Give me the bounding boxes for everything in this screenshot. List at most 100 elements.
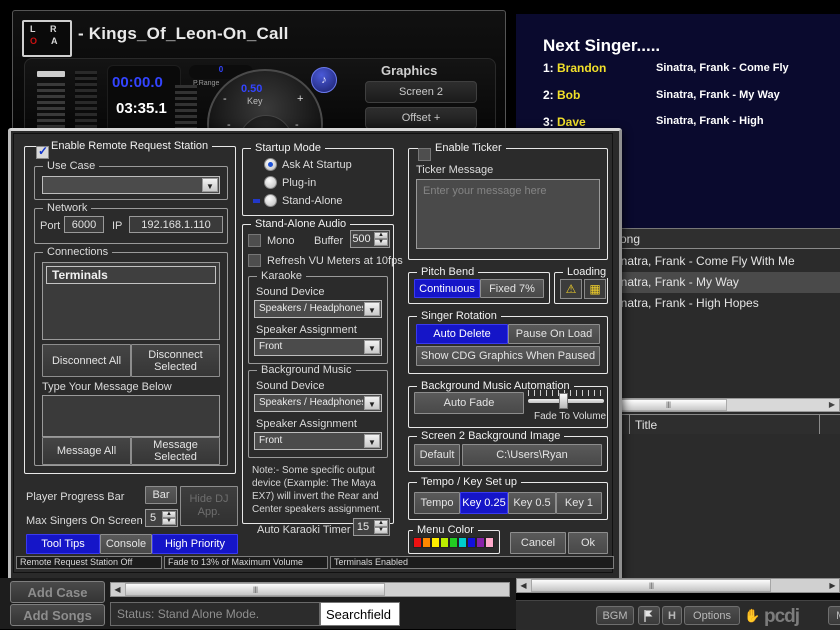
scroll-left-icon[interactable]: ◀ (111, 583, 124, 596)
progress-bar-button[interactable]: Bar (145, 486, 177, 504)
terminals-column-header[interactable]: Terminals (46, 266, 216, 284)
add-songs-button[interactable]: Add Songs (10, 604, 105, 626)
bgm-button[interactable]: BGM (596, 606, 634, 625)
stepper-down-icon[interactable]: ▼ (374, 239, 388, 246)
chevron-down-icon[interactable]: ▼ (364, 396, 380, 410)
pitch-fixed-button[interactable]: Fixed 7% (480, 279, 544, 298)
menu-color-swatch-6[interactable] (467, 537, 476, 548)
screen2-button[interactable]: Screen 2 (365, 81, 477, 103)
radio-plugin[interactable] (264, 176, 277, 189)
menu-color-swatch-0[interactable] (413, 537, 422, 548)
auto-delete-button[interactable]: Auto Delete (416, 324, 508, 344)
high-priority-button[interactable]: High Priority (152, 534, 238, 554)
key-1-button[interactable]: Key 1 (556, 492, 602, 514)
lower-list-header[interactable]: Title (608, 414, 840, 436)
key-025-button[interactable]: Key 0.25 (460, 492, 508, 514)
chevron-down-icon[interactable]: ▼ (364, 434, 380, 448)
song-list-header[interactable]: Song (608, 229, 840, 249)
chevron-down-icon[interactable]: ▼ (364, 340, 380, 354)
song-list-scroll-thumb[interactable]: III (609, 399, 727, 411)
fade-volume-slider[interactable] (528, 390, 604, 410)
minimize-button[interactable]: Min (828, 606, 840, 625)
pause-on-load-button[interactable]: Pause On Load (508, 324, 600, 344)
stepper-down-icon[interactable]: ▼ (162, 518, 176, 525)
scroll-right-icon[interactable]: ▶ (826, 399, 838, 411)
right-hscrollbar[interactable]: ◀ III ▶ (516, 578, 840, 593)
karaoke-speaker-dropdown[interactable]: Front ▼ (254, 338, 382, 356)
port-input[interactable]: 6000 (64, 216, 104, 233)
message-selected-button[interactable]: Message Selected (131, 437, 220, 465)
auto-fade-button[interactable]: Auto Fade (414, 392, 524, 414)
grid-icon[interactable]: ▦ (584, 279, 606, 299)
radio-ask-at-startup[interactable] (264, 158, 277, 171)
message-all-button[interactable]: Message All (42, 437, 131, 465)
options-button[interactable]: Options (684, 606, 740, 625)
menu-color-swatch-2[interactable] (431, 537, 440, 548)
terminals-listbox[interactable]: Terminals (42, 262, 220, 340)
screen2-path-button[interactable]: C:\Users\Ryan (462, 444, 602, 466)
bottom-scroll-thumb[interactable]: III (125, 583, 385, 596)
offset-button[interactable]: Offset + (365, 107, 477, 129)
key-plus-button[interactable]: + (297, 93, 303, 105)
pitch-continuous-button[interactable]: Continuous (414, 279, 480, 298)
slider-thumb[interactable] (559, 393, 569, 409)
menu-color-swatch-5[interactable] (458, 537, 467, 548)
ok-button[interactable]: Ok (568, 532, 608, 554)
console-button[interactable]: Console (100, 534, 152, 554)
scroll-left-icon[interactable]: ◀ (517, 579, 530, 592)
menu-color-swatch-3[interactable] (440, 537, 449, 548)
lower-list-col-title[interactable]: Title (630, 415, 820, 435)
use-case-dropdown[interactable]: ▼ (42, 176, 220, 194)
message-textarea[interactable] (42, 395, 220, 437)
max-singers-stepper[interactable]: 5 ▲ ▼ (145, 509, 178, 527)
enable-ticker-checkbox[interactable] (418, 148, 431, 161)
warning-triangle-icon[interactable]: ⚠ (560, 279, 582, 299)
ticker-message-textarea[interactable]: Enter your message here (416, 179, 600, 249)
music-note-button[interactable]: ♪ (311, 67, 337, 93)
radio-stand-alone[interactable] (253, 194, 277, 207)
chevron-down-icon[interactable]: ▼ (364, 302, 380, 316)
bottom-hscrollbar[interactable]: ◀ III (110, 582, 510, 597)
song-list-row[interactable]: Sinatra, Frank - High Hopes (608, 293, 840, 314)
tempo-button[interactable]: Tempo (414, 492, 460, 514)
song-list[interactable]: Song Sinatra, Frank - Come Fly With Me S… (608, 228, 840, 414)
key-minus-button[interactable]: - (223, 93, 227, 105)
mono-checkbox[interactable] (248, 234, 261, 247)
right-scroll-thumb[interactable]: III (531, 579, 771, 592)
karaoke-sound-device-dropdown[interactable]: Speakers / Headphones (IDT Hig ▼ (254, 300, 382, 318)
buffer-stepper[interactable]: 500 ▲ ▼ (350, 230, 390, 248)
chevron-down-icon[interactable]: ▼ (202, 178, 218, 192)
enable-remote-checkbox[interactable] (36, 144, 49, 159)
stepper-down-icon[interactable]: ▼ (374, 527, 388, 534)
volume-slider-handle[interactable] (37, 71, 65, 77)
auto-karaoki-timer-stepper[interactable]: 15 ▲ ▼ (353, 518, 390, 536)
song-list-row[interactable]: Sinatra, Frank - Come Fly With Me (608, 251, 840, 272)
disconnect-all-button[interactable]: Disconnect All (42, 344, 131, 377)
stepper-up-icon[interactable]: ▲ (374, 520, 388, 527)
ip-input[interactable]: 192.168.1.110 (129, 216, 223, 233)
add-case-button[interactable]: Add Case (10, 581, 105, 603)
menu-color-swatch-7[interactable] (476, 537, 485, 548)
menu-color-swatches[interactable] (413, 537, 494, 548)
menu-color-swatch-8[interactable] (485, 537, 494, 548)
flag-icon[interactable] (638, 606, 660, 625)
song-list-hscrollbar[interactable]: III ▶ (608, 398, 840, 412)
bgm-sound-device-dropdown[interactable]: Speakers / Headphones (IDT Hig ▼ (254, 394, 382, 412)
song-list-row[interactable]: Sinatra, Frank - My Way (608, 272, 840, 293)
key-05-button[interactable]: Key 0.5 (508, 492, 556, 514)
hide-dj-app-button[interactable]: Hide DJ App. (180, 486, 238, 526)
h-button[interactable]: H (662, 606, 682, 625)
show-cdg-button[interactable]: Show CDG Graphics When Paused (416, 346, 600, 366)
menu-color-swatch-4[interactable] (449, 537, 458, 548)
stepper-up-icon[interactable]: ▲ (162, 511, 176, 518)
search-input[interactable]: Searchfield (320, 602, 400, 626)
refresh-vu-checkbox[interactable] (248, 254, 261, 267)
stepper-up-icon[interactable]: ▲ (374, 232, 388, 239)
disconnect-selected-button[interactable]: Disconnect Selected (131, 344, 220, 377)
screen2-default-button[interactable]: Default (414, 444, 460, 466)
cancel-button[interactable]: Cancel (510, 532, 566, 554)
menu-color-swatch-1[interactable] (422, 537, 431, 548)
tool-tips-button[interactable]: Tool Tips (26, 534, 100, 554)
bgm-speaker-dropdown[interactable]: Front ▼ (254, 432, 382, 450)
scroll-right-icon[interactable]: ▶ (826, 579, 839, 592)
